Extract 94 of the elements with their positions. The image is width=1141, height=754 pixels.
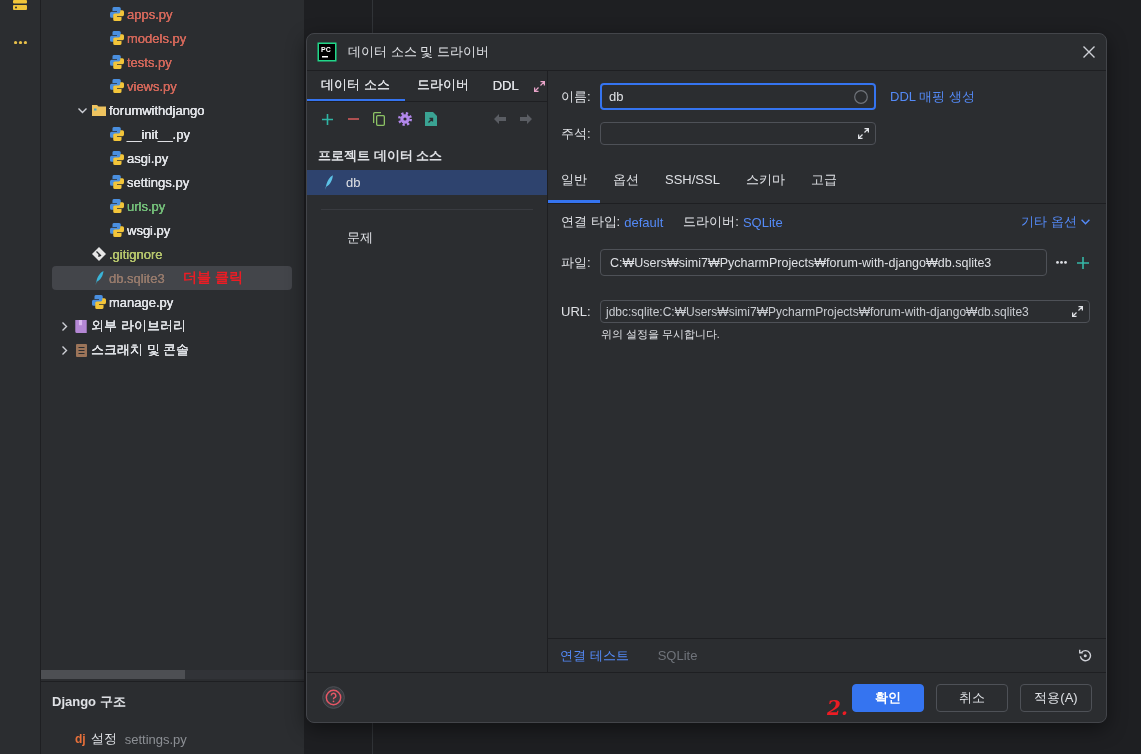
dialog-title: 데이터 소스 및 드라이버 — [348, 43, 489, 61]
python-file-icon — [92, 295, 106, 309]
python-file-icon — [110, 175, 124, 189]
copy-icon — [373, 112, 385, 126]
driver-status-text: SQLite — [657, 648, 698, 663]
tab[interactable]: 스키마 — [732, 159, 798, 203]
arrow-left-icon — [494, 114, 506, 124]
handwritten-note: 2. — [827, 696, 848, 720]
python-file-icon — [110, 7, 124, 21]
tab[interactable]: SSH/SSL — [652, 159, 733, 203]
driver-link[interactable]: SQLite — [742, 214, 783, 230]
field-label: 연결 타입: — [561, 213, 621, 231]
notepad-icon — [75, 343, 87, 357]
tree-item[interactable]: .gitignore — [52, 242, 292, 266]
tree-item[interactable]: models.py — [52, 26, 292, 50]
tree-item[interactable]: forumwithdjango — [52, 98, 292, 122]
tab[interactable]: 고급 — [797, 159, 850, 203]
python-file-icon — [110, 199, 124, 213]
field-label: 파일: — [561, 253, 592, 272]
field-label: 주석: — [561, 124, 592, 143]
python-file-icon — [110, 223, 124, 237]
plus-icon — [1077, 256, 1089, 269]
arrow-right-icon — [520, 114, 532, 124]
folder-icon — [92, 104, 106, 116]
scrollbar-thumb[interactable] — [41, 670, 185, 679]
more-icon[interactable] — [13, 41, 27, 45]
structure-item[interactable]: 설정 — [90, 730, 117, 748]
url-field[interactable]: jdbc:sqlite:C:₩Users₩simi7₩PycharmProjects₩forum-with-django₩db.sqlite3 — [600, 300, 1090, 323]
ok-button[interactable]: 확인 — [852, 683, 924, 712]
expand-icon[interactable] — [858, 128, 869, 139]
book-icon — [75, 319, 87, 333]
connection-type-link[interactable]: default — [624, 214, 664, 230]
tab[interactable]: 옵션 — [600, 159, 652, 203]
field-label: URL: — [561, 304, 592, 319]
tree-item[interactable]: tests.py — [52, 50, 292, 74]
gear-icon — [398, 112, 412, 126]
file-name-hint: settings.py — [124, 731, 187, 747]
chevron-right-icon[interactable] — [59, 321, 69, 331]
python-file-icon — [110, 127, 124, 141]
document-arrow-icon — [425, 112, 437, 126]
tree-item[interactable]: __init__.py — [52, 122, 292, 146]
tree-item[interactable]: urls.py — [52, 194, 292, 218]
dots-icon — [1056, 261, 1067, 264]
python-file-icon — [110, 31, 124, 45]
chevron-right-icon[interactable] — [59, 345, 69, 355]
section-title: 프로젝트 데이터 소스 — [318, 147, 443, 165]
field-label: 이름: — [561, 87, 592, 106]
tree-item[interactable]: 스크래치 및 콘솔 — [52, 338, 292, 362]
python-file-icon — [110, 79, 124, 93]
data-source-item[interactable]: db — [307, 170, 547, 195]
cancel-button[interactable]: 취소 — [936, 683, 1008, 712]
tree-item[interactable]: settings.py — [52, 170, 292, 194]
hint-text: 위의 설정을 무시합니다. — [601, 327, 720, 341]
tree-item[interactable]: views.py — [52, 74, 292, 98]
test-connection-link[interactable]: 연결 테스트 — [560, 646, 629, 665]
browse-button[interactable] — [1056, 261, 1067, 264]
comment-field[interactable] — [600, 122, 876, 145]
revert-button[interactable] — [1079, 649, 1092, 662]
plus-icon — [321, 113, 333, 125]
tree-item[interactable]: asgi.py — [52, 146, 292, 170]
tab[interactable]: 일반 — [548, 159, 600, 203]
server-icon[interactable] — [13, 0, 27, 10]
field-label: 드라이버: — [683, 213, 739, 231]
python-file-icon — [110, 151, 124, 165]
tree-item[interactable]: wsgi.py — [52, 218, 292, 242]
expand-icon[interactable] — [1072, 306, 1083, 317]
python-file-icon — [110, 55, 124, 69]
tree-item[interactable]: 외부 라이브러리 — [52, 314, 292, 338]
more-options-link[interactable]: 기타 옵션 — [1021, 213, 1090, 231]
feather-icon — [94, 271, 104, 285]
problems-label[interactable]: 문제 — [347, 226, 373, 250]
circular-arrow-icon — [1079, 649, 1092, 662]
panel-title: Django 구조 — [52, 693, 126, 711]
apply-button[interactable]: 적용(A) — [1020, 683, 1092, 712]
expand-icon[interactable] — [533, 80, 545, 92]
name-field[interactable]: db — [600, 83, 876, 110]
chevron-down-icon — [1081, 219, 1090, 225]
close-icon[interactable] — [1083, 46, 1095, 58]
circle-icon — [854, 89, 868, 104]
minus-icon — [347, 118, 359, 120]
handwritten-note: 더블 클릭 — [182, 269, 243, 287]
tab[interactable]: 데이터 소스 — [307, 71, 405, 101]
django-logo: dj — [75, 732, 86, 746]
tree-item[interactable]: apps.py — [52, 2, 292, 26]
tree-item[interactable]: manage.py — [52, 290, 292, 314]
chevron-down-icon[interactable] — [77, 105, 87, 115]
git-file-icon — [92, 247, 106, 261]
add-button[interactable] — [1077, 256, 1089, 269]
file-path-field[interactable]: C:₩Users₩simi7₩PycharmProjects₩forum-with-django₩db.sqlite3 — [600, 249, 1047, 276]
feather-icon — [325, 175, 333, 190]
help-icon[interactable] — [322, 686, 345, 709]
tab[interactable]: DDL — [480, 71, 531, 101]
ddl-mapping-link[interactable]: DDL 매핑 생성 — [890, 87, 975, 106]
tab[interactable]: 드라이버 — [404, 71, 481, 101]
